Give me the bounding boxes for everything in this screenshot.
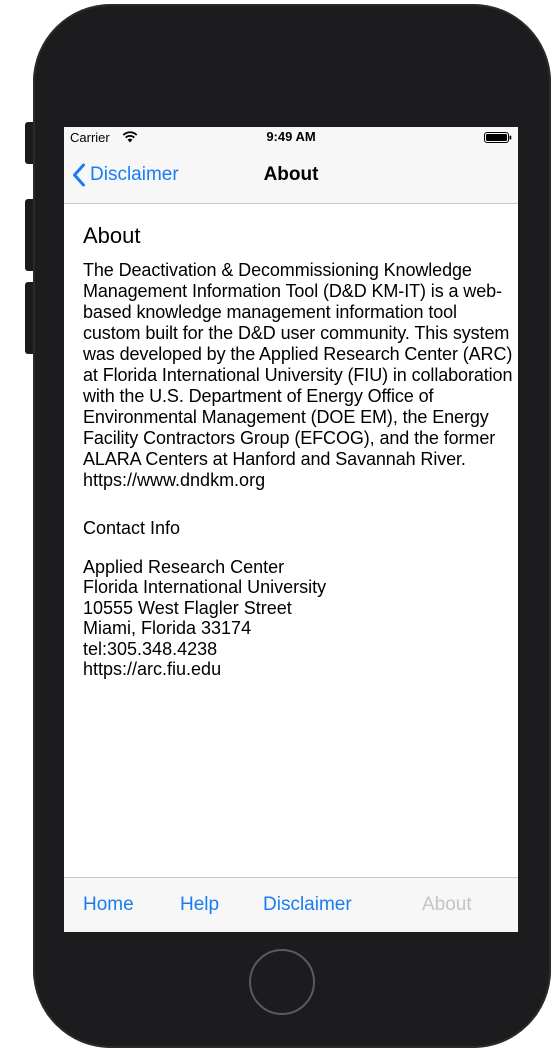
contact-info-heading: Contact Info: [83, 518, 181, 538]
contact-phone[interactable]: tel:305.348.4238: [83, 639, 513, 659]
tab-disclaimer[interactable]: Disclaimer: [263, 894, 352, 916]
contact-university: Florida International University: [83, 577, 327, 598]
dndkm-link[interactable]: https://www.dndkm.org: [83, 470, 513, 491]
tab-about[interactable]: About: [422, 894, 472, 916]
battery-icon: [484, 132, 512, 143]
contact-organization: Applied Research Center: [83, 557, 285, 577]
about-content: About The Deactivation & Decommissioning…: [83, 223, 513, 679]
contact-city: Miami, Florida 33174: [83, 618, 252, 639]
about-paragraph: The Deactivation & Decommissioning Knowl…: [83, 260, 513, 469]
tab-home[interactable]: Home: [83, 894, 134, 916]
app-screen: Carrier 9:49 AM Disclaimer About About T…: [64, 127, 518, 932]
status-bar: Carrier 9:49 AM: [64, 127, 518, 147]
device-frame: Carrier 9:49 AM Disclaimer About About T…: [0, 0, 551, 1051]
tab-help[interactable]: Help: [180, 894, 219, 916]
about-heading: About: [83, 223, 141, 248]
contact-info-block: Applied Research Center Florida Internat…: [83, 557, 513, 679]
contact-street: 10555 West Flagler Street: [83, 597, 292, 618]
contact-website-link[interactable]: https://arc.fiu.edu: [83, 659, 513, 679]
status-time: 9:49 AM: [266, 129, 316, 144]
home-button[interactable]: [249, 949, 315, 1015]
tab-bar: Home Help Disclaimer About: [64, 877, 518, 932]
navigation-bar: Disclaimer About: [64, 147, 518, 204]
page-title: About: [263, 164, 319, 185]
